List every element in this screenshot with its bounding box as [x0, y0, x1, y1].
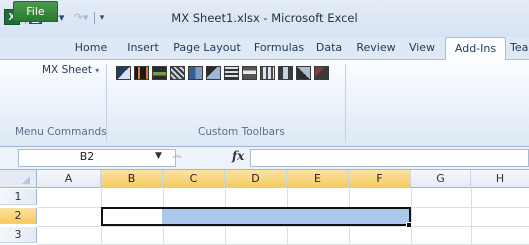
- resize-grip-icon[interactable]: [172, 148, 182, 162]
- row-header-1[interactable]: 1: [0, 189, 37, 205]
- name-box-value: B2: [79, 150, 95, 163]
- toolbar-icon-9[interactable]: [260, 66, 275, 80]
- toolbar-icon-11[interactable]: [296, 66, 311, 80]
- mx-sheet-label: MX Sheet: [42, 64, 92, 76]
- tab-view[interactable]: View: [404, 37, 440, 60]
- gridline: [411, 188, 412, 245]
- gridline: [37, 226, 529, 227]
- tab-home[interactable]: Home: [66, 37, 116, 60]
- row-header-3[interactable]: 3: [0, 227, 37, 243]
- toolbar-icon-3[interactable]: [152, 66, 167, 80]
- window-title: MX Sheet1.xlsx - Microsoft Excel: [171, 11, 358, 25]
- column-header-f[interactable]: F: [349, 170, 411, 188]
- group-label-custom-toolbars: Custom Toolbars: [198, 126, 285, 138]
- tab-formulas[interactable]: Formulas: [250, 37, 308, 60]
- tab-review[interactable]: Review: [354, 37, 398, 60]
- mx-sheet-menu-button[interactable]: MX Sheet ▾: [42, 64, 99, 76]
- toolbar-icon-5[interactable]: [188, 66, 203, 80]
- tab-page-layout[interactable]: Page Layout: [170, 37, 244, 60]
- select-all-triangle-icon: [22, 176, 30, 184]
- tab-team[interactable]: Tea: [510, 37, 529, 60]
- column-header-h[interactable]: H: [471, 170, 529, 188]
- tab-data[interactable]: Data: [312, 37, 346, 60]
- toolbar-icon-8[interactable]: [242, 66, 257, 80]
- gridline: [471, 188, 472, 245]
- toolbar-icon-1[interactable]: [116, 66, 131, 80]
- toolbar-icon-12[interactable]: [314, 66, 329, 80]
- row-header-2[interactable]: 2: [0, 208, 37, 224]
- toolbar-icon-7[interactable]: [224, 66, 239, 80]
- formula-input[interactable]: [250, 149, 529, 167]
- column-header-b[interactable]: B: [101, 170, 163, 188]
- toolbar-icon-4[interactable]: [170, 66, 185, 80]
- fill-handle[interactable]: [406, 222, 412, 228]
- column-header-e[interactable]: E: [287, 170, 349, 188]
- chevron-down-icon: ▾: [95, 66, 100, 75]
- toolbar-icon-2[interactable]: [134, 66, 149, 80]
- column-header-c[interactable]: C: [163, 170, 225, 188]
- column-header-d[interactable]: D: [225, 170, 287, 188]
- insert-function-icon[interactable]: fx: [232, 149, 244, 163]
- tab-add-ins[interactable]: Add-Ins: [445, 37, 506, 61]
- chevron-down-icon[interactable]: ▼: [155, 151, 162, 161]
- toolbar-icon-6[interactable]: [206, 66, 221, 80]
- column-header-a[interactable]: A: [37, 170, 101, 188]
- group-label-menu-commands: Menu Commands: [15, 126, 107, 138]
- tab-insert[interactable]: Insert: [122, 37, 164, 60]
- selection-border[interactable]: [101, 207, 411, 226]
- group-separator: [345, 64, 346, 142]
- select-all-button[interactable]: [0, 170, 37, 188]
- tab-file[interactable]: File: [13, 1, 58, 22]
- toolbar-icon-10[interactable]: [278, 66, 293, 80]
- column-header-g[interactable]: G: [411, 170, 471, 188]
